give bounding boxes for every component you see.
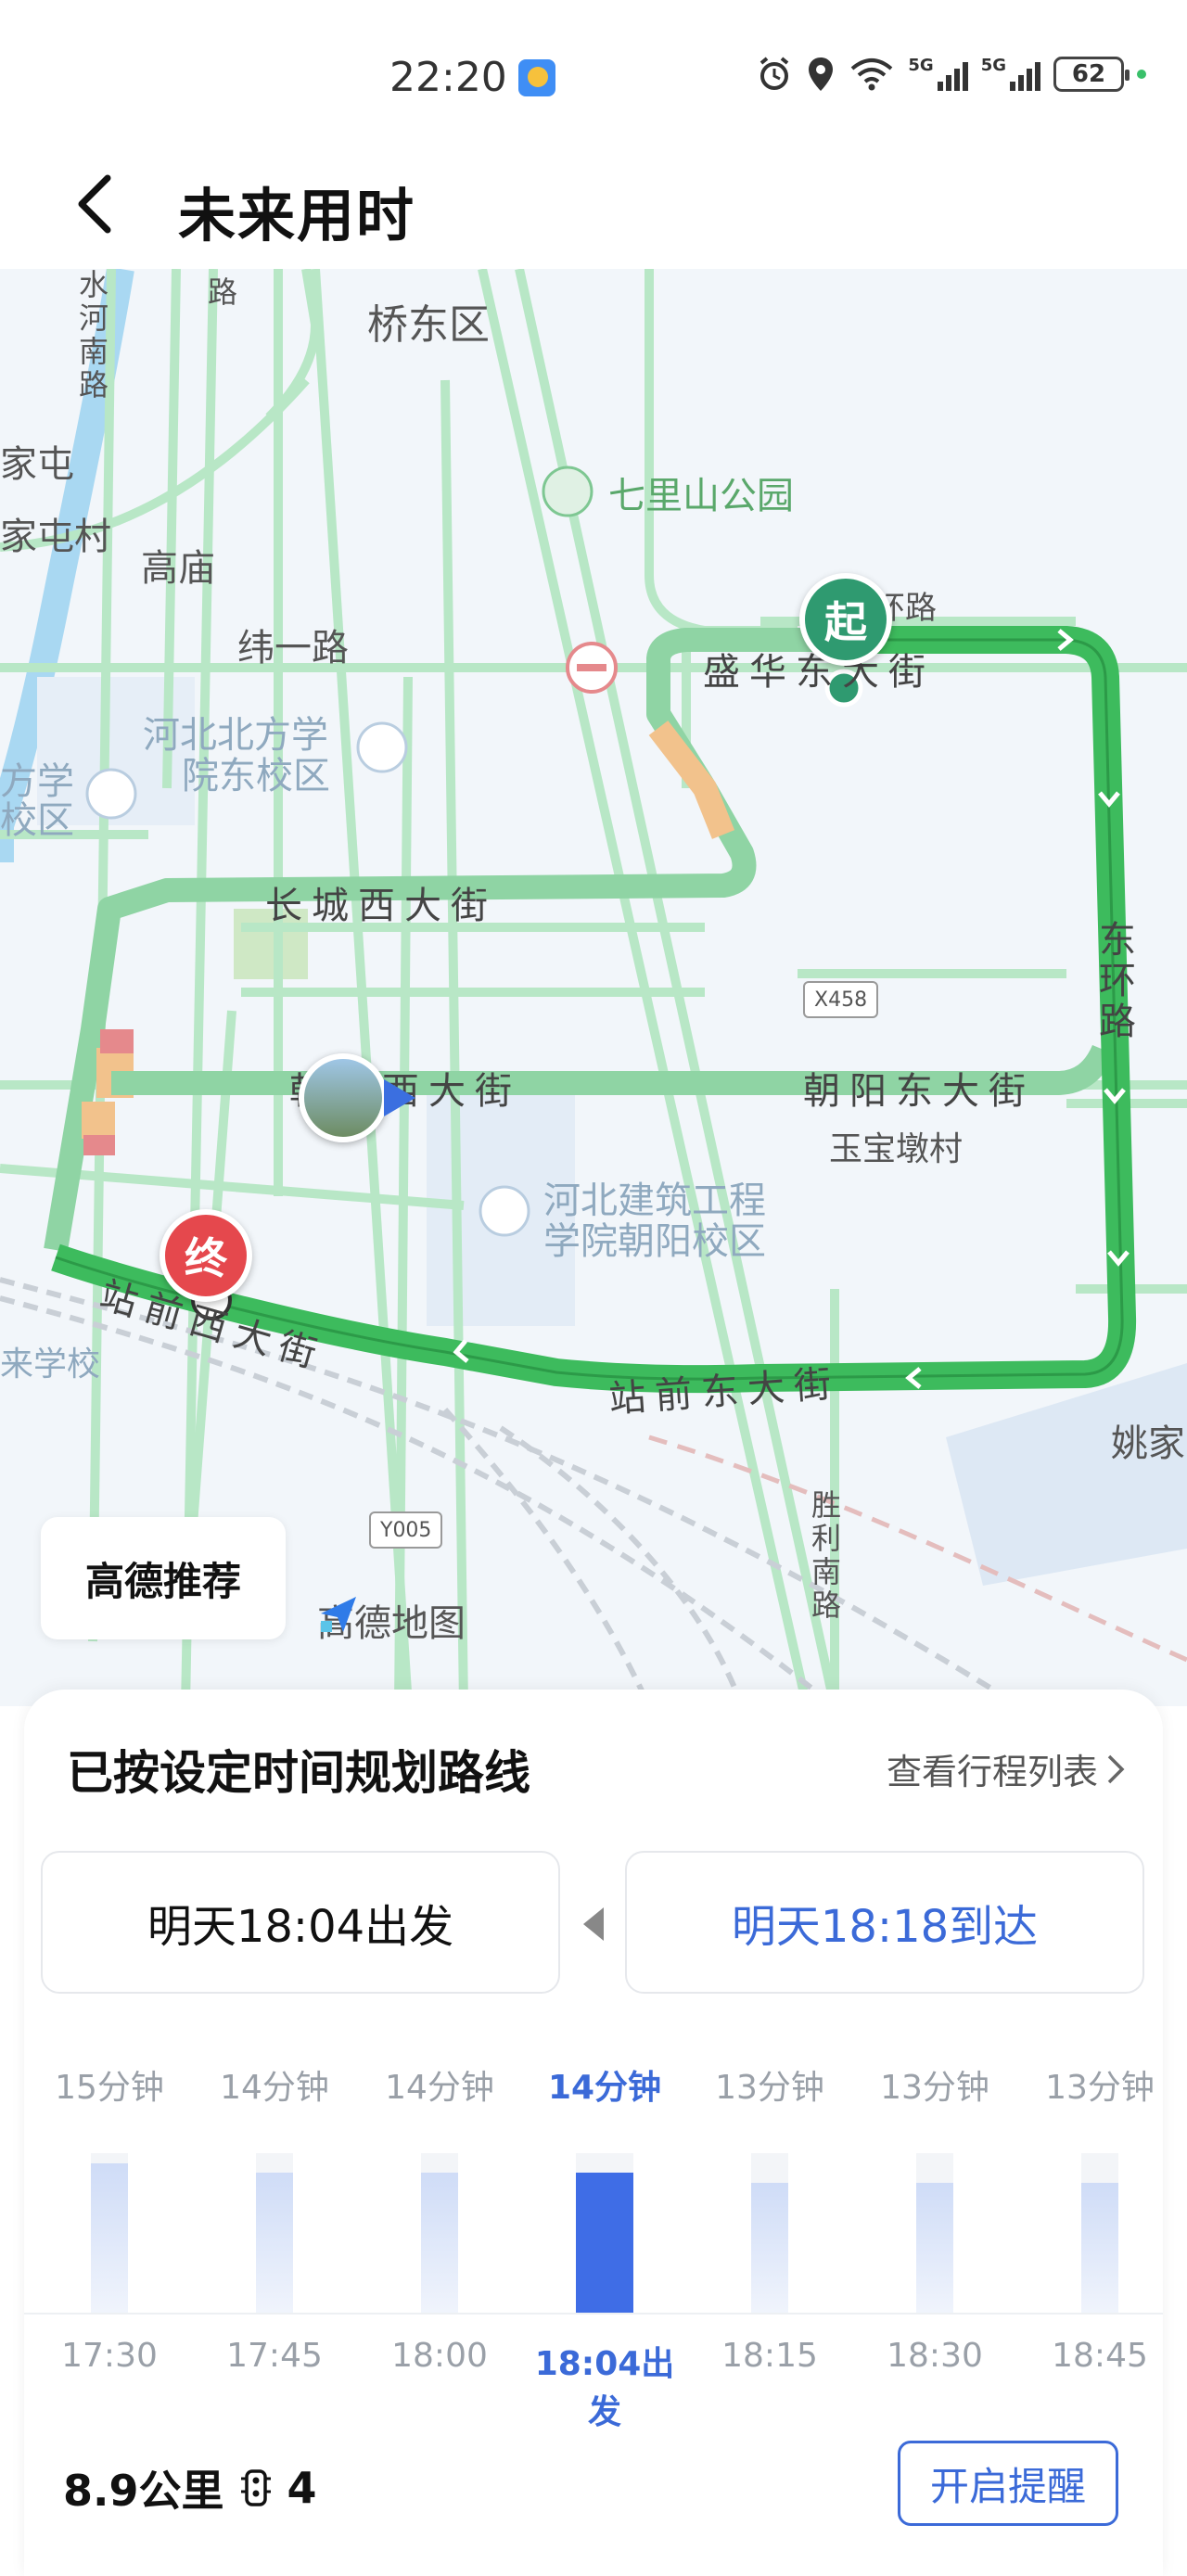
enable-reminder-button[interactable]: 开启提醒	[898, 2441, 1118, 2526]
map-label-road: 纬一路	[237, 627, 349, 670]
duration-label: 13分钟	[880, 2069, 989, 2107]
duration-bar[interactable]	[751, 2183, 788, 2313]
location-icon	[809, 57, 834, 91]
back-arrow-icon[interactable]	[65, 165, 130, 243]
map-label-place: 高庙	[141, 547, 215, 590]
battery-level: 62	[1071, 60, 1106, 88]
view-schedule-label: 查看行程列表	[886, 1752, 1098, 1792]
schedule-panel: 已按设定时间规划路线 查看行程列表 明天18:04出发 明天18:18到达 15…	[24, 1690, 1163, 2576]
road-code-badge: X458	[803, 981, 879, 1018]
weather-icon	[517, 58, 555, 96]
school-pin-icon	[356, 721, 408, 773]
panel-title: 已按设定时间规划路线	[67, 1746, 530, 1800]
map-label-road: 朝阳东大街	[803, 1070, 1035, 1113]
map-label-road: 胜利南路	[807, 1489, 842, 1623]
map-label-place: 家屯	[0, 443, 74, 486]
departure-time-label[interactable]: 18:04出发	[522, 2337, 687, 2433]
departure-time-label[interactable]: 18:30	[852, 2337, 1017, 2375]
wifi-icon	[851, 58, 893, 91]
distance-text: 8.9公里	[63, 2466, 224, 2516]
bars-baseline	[24, 2313, 1163, 2315]
alarm-icon	[760, 57, 789, 90]
signal-label-2: 5G	[980, 56, 1006, 75]
route-jam-block	[83, 1135, 115, 1155]
map-label-place: 家屯村	[0, 516, 111, 558]
status-icons: 5G 5G 62	[756, 56, 1146, 93]
departure-time-label[interactable]: 18:15	[687, 2337, 852, 2375]
route-map[interactable]: 桥东区 七里山公园 纬一路 高庙 盛华东大街 东环路 河北北方学 院东校区 方学…	[0, 269, 1187, 1706]
map-label-poi: 校区	[0, 799, 74, 842]
clock-text: 22:20	[389, 54, 507, 101]
left-triangle-icon	[583, 1907, 604, 1941]
brand-logo: 高德地图	[317, 1593, 466, 1647]
duration-row: 15分钟 14分钟 14分钟 14分钟 13分钟 13分钟 13分钟	[24, 2060, 1163, 2116]
departure-time-label[interactable]: 18:00	[357, 2337, 522, 2375]
departure-time-label[interactable]: 17:30	[27, 2337, 192, 2375]
map-canvas	[0, 269, 1187, 1706]
road-code-badge: Y005	[369, 1511, 443, 1549]
duration-bar[interactable]	[421, 2173, 458, 2313]
traffic-light-icon	[240, 2469, 271, 2506]
departure-time-label[interactable]: 17:45	[192, 2337, 357, 2375]
chevron-right-icon	[1107, 1754, 1125, 1783]
time-tick-row: 17:30 17:45 18:00 18:04出发 18:15 18:30 18:45	[24, 2337, 1163, 2431]
view-schedule-link[interactable]: 查看行程列表	[887, 1743, 1126, 1794]
end-marker[interactable]: 终	[160, 1209, 252, 1302]
railway	[0, 1277, 1022, 1706]
heading-arrow-icon	[384, 1079, 415, 1116]
signal-label-1: 5G	[908, 56, 934, 75]
departure-time-label[interactable]: 18:45	[1017, 2337, 1182, 2375]
battery-icon: 62	[1053, 57, 1130, 92]
route-slow-block	[82, 1102, 115, 1139]
park-pin-icon	[542, 465, 594, 517]
map-label-road: 东环路	[1092, 920, 1135, 1042]
water-area	[946, 1363, 1187, 1586]
header: 未来用时	[0, 139, 1187, 269]
duration-bar[interactable]	[91, 2163, 128, 2313]
duration-bar[interactable]	[1081, 2183, 1118, 2313]
traffic-light-count: 4	[287, 2463, 317, 2513]
duration-label: 14分钟	[220, 2069, 329, 2107]
duration-label: 14分钟	[385, 2069, 494, 2107]
duration-bar[interactable]	[916, 2183, 953, 2313]
duration-bar[interactable]	[576, 2173, 633, 2313]
map-label-place: 姚家	[1111, 1422, 1185, 1465]
map-label-poi: 院东校区	[182, 755, 330, 797]
signal-bars-icon	[937, 57, 968, 91]
school-pin-icon	[85, 768, 137, 820]
map-label-poi: 来学校	[0, 1345, 101, 1384]
cellular-signal-1: 5G	[908, 56, 968, 93]
route-summary: 8.9公里 4	[63, 2457, 317, 2519]
amap-logo-icon	[321, 1597, 356, 1632]
signal-bars-icon	[1010, 57, 1040, 91]
status-time: 22:20	[389, 54, 555, 101]
arrive-time-box[interactable]: 明天18:18到达	[625, 1851, 1144, 1994]
user-avatar-marker[interactable]	[299, 1053, 388, 1142]
map-label-place: 玉宝墩村	[829, 1130, 964, 1168]
map-label-road: 长城西大街	[265, 885, 497, 927]
page-title: 未来用时	[178, 182, 416, 249]
recommend-button[interactable]: 高德推荐	[41, 1517, 286, 1639]
duration-label: 15分钟	[55, 2069, 164, 2107]
duration-bar[interactable]	[256, 2173, 293, 2313]
school-pin-icon	[479, 1185, 530, 1237]
start-marker[interactable]: 起	[799, 573, 892, 666]
privacy-indicator-icon	[1137, 70, 1146, 79]
duration-bars	[24, 2144, 1163, 2313]
map-label-poi: 学院朝阳校区	[543, 1220, 766, 1263]
duration-label: 13分钟	[1045, 2069, 1155, 2107]
cellular-signal-2: 5G	[981, 56, 1040, 93]
map-label-district: 桥东区	[367, 301, 490, 349]
route-jam-block	[100, 1029, 134, 1053]
map-label-park: 七里山公园	[608, 475, 794, 517]
map-label-road: 水河南路	[74, 269, 109, 402]
depart-time-box[interactable]: 明天18:04出发	[41, 1851, 560, 1994]
map-label-road: 路	[208, 274, 238, 310]
duration-label: 14分钟	[547, 2069, 662, 2107]
status-bar: 22:20 5G 5G 62	[0, 0, 1187, 139]
duration-label: 13分钟	[715, 2069, 824, 2107]
